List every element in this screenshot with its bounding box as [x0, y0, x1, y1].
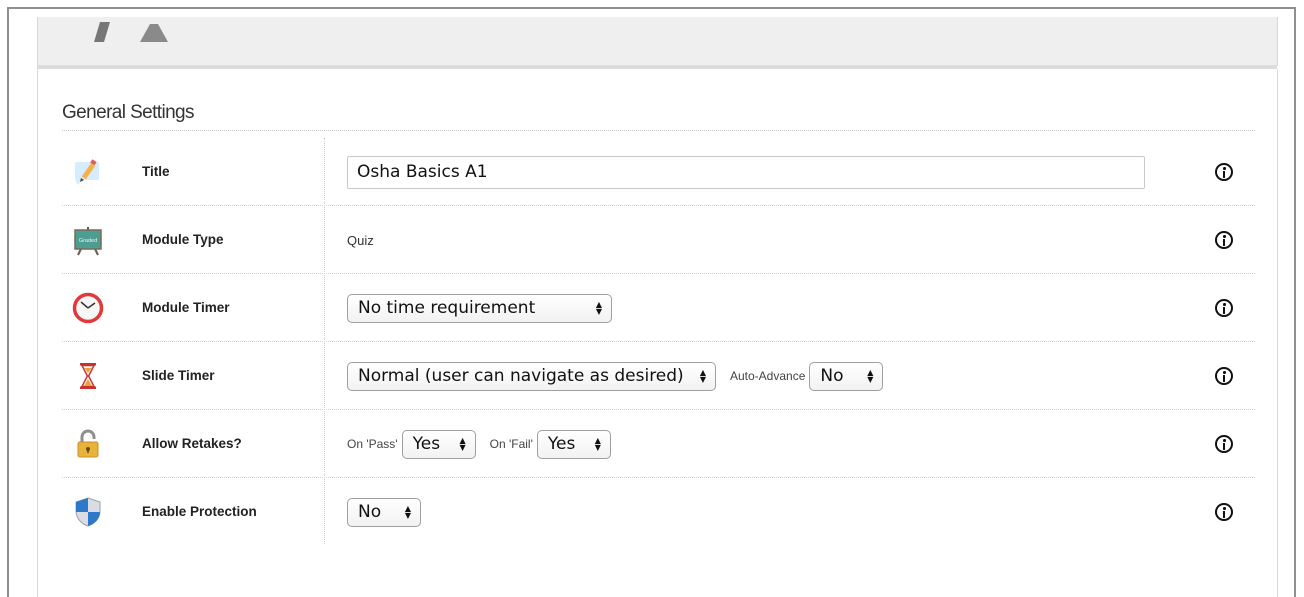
setting-value-module-timer: No time requirement ▲ ▼	[347, 274, 612, 342]
module-timer-selected: No time requirement	[358, 298, 536, 318]
auto-advance-select[interactable]: No ▲ ▼	[809, 361, 884, 391]
setting-row-allow-retakes: Allow Retakes? On 'Pass' Yes ▲ ▼ On 'Fail…	[62, 410, 1255, 478]
select-arrows-icon: ▲ ▼	[595, 300, 602, 316]
info-icon[interactable]	[1215, 435, 1233, 453]
info-icon[interactable]	[1215, 299, 1233, 317]
on-pass-label: On 'Pass'	[347, 437, 398, 451]
shield-icon	[75, 497, 101, 527]
slide-timer-selected: Normal (user can navigate as desired)	[358, 366, 684, 386]
on-fail-label: On 'Fail'	[489, 437, 533, 451]
enable-protection-select[interactable]: No ▲ ▼	[347, 497, 421, 527]
info-icon[interactable]	[1215, 163, 1233, 181]
window-border-left	[7, 7, 9, 597]
setting-label-title: Title	[142, 164, 170, 179]
setting-row-slide-timer: Slide Timer Normal (user can navigate as…	[62, 342, 1255, 410]
section-title: General Settings	[62, 102, 195, 123]
setting-value-enable-protection: No ▲ ▼	[347, 478, 421, 546]
padlock-icon	[77, 429, 99, 458]
window-border-top	[7, 7, 1296, 9]
select-arrows-icon: ▲ ▼	[404, 504, 411, 520]
info-icon[interactable]	[1215, 367, 1233, 385]
setting-label-module-timer: Module Timer	[142, 300, 230, 315]
setting-row-enable-protection: Enable Protection No ▲ ▼	[62, 478, 1255, 546]
select-arrows-icon: ▲ ▼	[699, 368, 706, 384]
module-timer-select[interactable]: No time requirement ▲ ▼	[347, 293, 612, 323]
title-input[interactable]	[347, 155, 1145, 189]
logo-fragment-icon	[94, 22, 168, 42]
on-fail-select[interactable]: Yes ▲ ▼	[536, 429, 611, 459]
auto-advance-selected: No	[820, 366, 844, 386]
info-icon[interactable]	[1215, 503, 1233, 521]
setting-value-allow-retakes: On 'Pass' Yes ▲ ▼ On 'Fail' Yes ▲ ▼	[347, 410, 611, 478]
setting-value-module-type: Quiz	[347, 206, 374, 274]
pencil-note-icon	[75, 159, 99, 185]
slide-timer-select[interactable]: Normal (user can navigate as desired) ▲ ▼	[347, 361, 716, 391]
setting-value-slide-timer: Normal (user can navigate as desired) ▲ ▼…	[347, 342, 884, 410]
setting-value-title	[347, 138, 1145, 206]
hourglass-icon	[80, 363, 96, 389]
setting-label-allow-retakes: Allow Retakes?	[142, 436, 242, 451]
window-border-right	[1294, 7, 1296, 597]
setting-label-slide-timer: Slide Timer	[142, 368, 215, 383]
header-band	[37, 17, 1278, 66]
module-type-value: Quiz	[347, 232, 374, 248]
on-fail-selected: Yes	[547, 434, 576, 454]
section-title-divider	[62, 130, 1255, 131]
setting-row-module-type: Graded Module Type Quiz	[62, 206, 1255, 274]
graded-easel-icon: Graded	[74, 227, 102, 256]
select-arrows-icon: ▲ ▼	[594, 436, 601, 452]
settings-window: General Settings Title Graded Module Typ…	[0, 0, 1304, 597]
clock-icon	[72, 292, 104, 324]
on-pass-select[interactable]: Yes ▲ ▼	[401, 429, 476, 459]
setting-row-title: Title	[62, 138, 1255, 206]
auto-advance-label: Auto-Advance	[730, 369, 806, 383]
on-pass-selected: Yes	[412, 434, 441, 454]
setting-row-module-timer: Module Timer No time requirement ▲ ▼	[62, 274, 1255, 342]
info-icon[interactable]	[1215, 231, 1233, 249]
setting-label-module-type: Module Type	[142, 232, 224, 247]
svg-text:Graded: Graded	[79, 238, 97, 244]
setting-label-enable-protection: Enable Protection	[142, 504, 257, 519]
select-arrows-icon: ▲ ▼	[459, 436, 466, 452]
enable-protection-selected: No	[358, 502, 382, 522]
select-arrows-icon: ▲ ▼	[867, 368, 874, 384]
